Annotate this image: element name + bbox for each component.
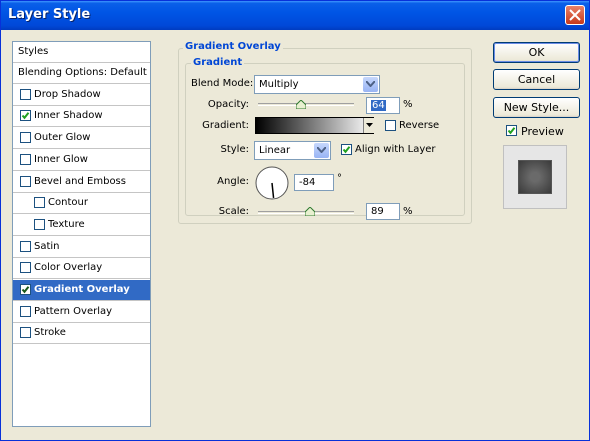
style-item-checkbox[interactable] <box>34 197 45 208</box>
style-item-checkbox[interactable] <box>20 262 31 273</box>
gradient-label: Gradient: <box>202 120 249 131</box>
window-title: Layer Style <box>8 7 91 22</box>
style-item-checkbox[interactable] <box>20 327 31 338</box>
title-bar[interactable]: Layer Style <box>1 1 589 30</box>
cancel-button[interactable]: Cancel <box>493 69 580 90</box>
style-item-label: Satin <box>34 241 60 252</box>
style-select[interactable]: Linear <box>254 141 331 160</box>
style-item-checkbox[interactable] <box>20 132 31 143</box>
style-item-label: Inner Shadow <box>34 110 103 121</box>
styles-list: Styles Blending Options: Default Drop Sha… <box>12 41 151 427</box>
angle-value: -84 <box>299 177 316 188</box>
scale-value: 89 <box>371 206 384 217</box>
style-item-label: Outer Glow <box>34 132 91 143</box>
style-item-label: Blending Options: Default <box>18 67 147 78</box>
opacity-slider-track[interactable] <box>258 103 354 106</box>
style-item-color-overlay[interactable]: Color Overlay <box>13 258 150 279</box>
new-style-button[interactable]: New Style... <box>493 97 580 118</box>
blend-mode-value: Multiply <box>259 79 299 90</box>
reverse-label: Reverse <box>399 120 440 131</box>
style-item-gradient-overlay[interactable]: Gradient Overlay <box>13 280 150 301</box>
style-item-checkbox[interactable] <box>20 176 31 187</box>
style-item-outer-glow[interactable]: Outer Glow <box>13 128 150 149</box>
checkmark-icon <box>21 286 30 294</box>
styles-header[interactable]: Styles <box>13 42 150 63</box>
checkmark-icon <box>507 127 516 135</box>
style-dropdown-arrow[interactable] <box>314 143 329 158</box>
style-item-stroke[interactable]: Stroke <box>13 323 150 344</box>
scale-input[interactable]: 89 <box>366 203 400 220</box>
style-item-checkbox[interactable] <box>20 154 31 165</box>
style-item-label: Color Overlay <box>34 262 103 273</box>
style-item-label: Texture <box>48 219 85 230</box>
opacity-label: Opacity: <box>207 99 249 110</box>
angle-dial[interactable] <box>254 165 290 201</box>
gradient-preview-bar[interactable] <box>255 117 374 134</box>
style-preview <box>503 145 567 209</box>
angle-input[interactable]: -84 <box>294 174 334 191</box>
style-item-inner-shadow[interactable]: Inner Shadow <box>13 106 150 127</box>
chevron-down-icon <box>317 147 326 153</box>
style-item-label: Gradient Overlay <box>34 284 130 295</box>
style-item-checkbox[interactable] <box>34 219 45 230</box>
blend-mode-label: Blend Mode: <box>191 78 254 89</box>
opacity-unit: % <box>403 99 413 110</box>
style-item-contour[interactable]: Contour <box>13 193 150 214</box>
style-item-pattern-overlay[interactable]: Pattern Overlay <box>13 302 150 323</box>
style-item-checkbox[interactable] <box>20 241 31 252</box>
style-item-label: Stroke <box>34 327 66 338</box>
preview-swatch <box>519 161 551 193</box>
style-item-blending-options-default[interactable]: Blending Options: Default <box>13 63 150 84</box>
style-item-checkbox[interactable] <box>20 89 31 100</box>
checkmark-icon <box>342 146 351 154</box>
close-icon <box>569 9 581 21</box>
reverse-checkbox[interactable] <box>385 120 396 131</box>
angle-unit: ° <box>337 173 342 184</box>
style-item-label: Pattern Overlay <box>34 306 113 317</box>
style-item-checkbox[interactable] <box>20 110 31 121</box>
style-item-label: Contour <box>48 197 88 208</box>
align-with-layer-checkbox[interactable] <box>341 144 352 155</box>
checkmark-icon <box>21 112 30 120</box>
opacity-value: 64 <box>371 100 386 111</box>
ok-button[interactable]: OK <box>493 42 580 63</box>
blend-mode-select[interactable]: Multiply <box>254 75 380 94</box>
opacity-input[interactable]: 64 <box>366 97 400 114</box>
scale-label: Scale: <box>218 206 249 217</box>
style-item-checkbox[interactable] <box>20 284 31 295</box>
close-button[interactable] <box>565 5 585 25</box>
preview-checkbox[interactable] <box>506 125 517 136</box>
blend-mode-dropdown-arrow[interactable] <box>363 77 378 92</box>
style-item-label: Inner Glow <box>34 154 88 165</box>
style-item-texture[interactable]: Texture <box>13 215 150 236</box>
style-item-bevel-and-emboss[interactable]: Bevel and Emboss <box>13 172 150 193</box>
gradient-subgroup-title: Gradient <box>191 57 245 68</box>
triangle-down-icon <box>366 123 373 127</box>
style-item-label: Bevel and Emboss <box>34 176 126 187</box>
scale-slider-thumb[interactable] <box>305 207 315 216</box>
preview-label: Preview <box>521 125 564 138</box>
angle-label: Angle: <box>217 176 249 187</box>
style-label: Style: <box>220 144 250 155</box>
styles-header-label: Styles <box>18 46 49 57</box>
align-with-layer-label: Align with Layer <box>355 144 436 155</box>
gradient-overlay-title: Gradient Overlay <box>183 41 283 52</box>
style-item-satin[interactable]: Satin <box>13 237 150 258</box>
style-item-drop-shadow[interactable]: Drop Shadow <box>13 85 150 106</box>
opacity-slider-thumb[interactable] <box>296 100 306 109</box>
style-item-inner-glow[interactable]: Inner Glow <box>13 150 150 171</box>
style-item-label: Drop Shadow <box>34 89 101 100</box>
layer-style-dialog: Layer Style Styles Blending Options: Def… <box>0 0 590 441</box>
style-item-checkbox[interactable] <box>20 306 31 317</box>
scale-unit: % <box>403 206 413 217</box>
style-value: Linear <box>259 145 291 156</box>
gradient-picker-button[interactable] <box>363 118 375 133</box>
chevron-down-icon <box>366 81 375 87</box>
